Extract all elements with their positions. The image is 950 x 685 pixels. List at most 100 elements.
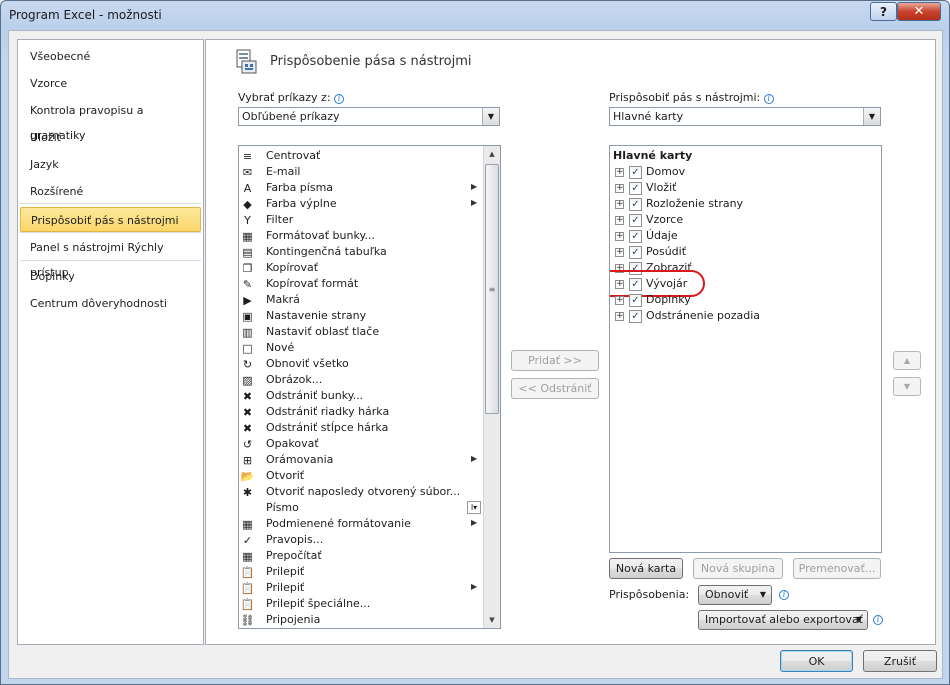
ribbon-tab-item[interactable]: + ✓ Doplnky	[610, 292, 880, 308]
ribbon-tab-item[interactable]: + ✓ Vzorce	[610, 212, 880, 228]
ribbon-tab-label: Domov	[646, 165, 686, 178]
move-down-button[interactable]: ▼	[893, 377, 921, 396]
nav-item[interactable]: Panel s nástrojmi Rýchly prístup	[20, 235, 201, 279]
nav-item[interactable]: Prispôsobiť pás s nástrojmi	[20, 207, 201, 232]
command-list-item[interactable]: ⊞ Orámovania ▶	[239, 452, 487, 468]
nav-item[interactable]: Doplnky	[20, 264, 201, 289]
ribbon-tabs-tree[interactable]: Hlavné karty + ✓ Domov + ✓ Vložiť + ✓ Rozloženie…	[609, 145, 882, 553]
command-list-item[interactable]: 📋 Prilepiť špeciálne...	[239, 596, 487, 612]
tree-root-label: Hlavné karty	[613, 149, 693, 162]
command-list-item[interactable]: 📂 Otvoriť	[239, 468, 487, 484]
nav-item[interactable]: Všeobecné	[20, 44, 201, 69]
ribbon-tab-item[interactable]: + ✓ Posúdiť	[610, 244, 880, 260]
command-list-item[interactable]: ≡ Centrovať	[239, 148, 487, 164]
command-label: Otvoriť naposledy otvorený súbor...	[266, 485, 461, 498]
command-list-item[interactable]: ✎ Kopírovať formát	[239, 276, 487, 292]
command-list-item[interactable]: ▣ Nastavenie strany	[239, 308, 487, 324]
expand-icon[interactable]: +	[615, 184, 624, 193]
command-list-item[interactable]: A Farba písma ▶	[239, 180, 487, 196]
ribbon-tab-item[interactable]: + ✓ Vložiť	[610, 180, 880, 196]
choose-commands-dropdown[interactable]: Obľúbené príkazy ▼	[238, 107, 500, 126]
expand-icon[interactable]: +	[615, 200, 624, 209]
new-document-icon: □	[242, 341, 253, 355]
expand-icon[interactable]: +	[615, 312, 624, 321]
expand-icon[interactable]: +	[615, 232, 624, 241]
command-list-item[interactable]: ↻ Obnoviť všetko	[239, 356, 487, 372]
nav-item[interactable]: Uložiť	[20, 125, 201, 150]
cancel-button[interactable]: Zrušiť	[863, 650, 937, 672]
nav-item[interactable]: Rozšírené	[20, 179, 201, 204]
tab-checkbox[interactable]: ✓	[629, 214, 642, 227]
command-label: Formátovať bunky...	[266, 229, 375, 242]
ok-button[interactable]: OK	[780, 650, 853, 672]
command-label: Nové	[266, 341, 295, 354]
expand-icon[interactable]: +	[615, 216, 624, 225]
nav-item[interactable]: Vzorce	[20, 71, 201, 96]
command-list-item[interactable]: ✖ Odstrániť bunky...	[239, 388, 487, 404]
tab-checkbox[interactable]: ✓	[629, 166, 642, 179]
tab-checkbox[interactable]: ✓	[629, 230, 642, 243]
command-list-item[interactable]: Písmo I▾	[239, 500, 487, 516]
command-label: Prilepiť špeciálne...	[266, 597, 371, 610]
new-tab-button[interactable]: Nová karta	[609, 558, 683, 579]
command-list-item[interactable]: ✉ E-mail	[239, 164, 487, 180]
chevron-down-icon[interactable]: ▼	[863, 108, 880, 125]
tab-checkbox[interactable]: ✓	[629, 310, 642, 323]
close-button[interactable]: ✕	[897, 2, 941, 21]
expand-icon[interactable]: +	[615, 248, 624, 257]
move-up-button[interactable]: ▲	[893, 351, 921, 370]
command-list-item[interactable]: ✱ Otvoriť naposledy otvorený súbor...	[239, 484, 487, 500]
import-export-dropdown[interactable]: Importovať alebo exportovať ▼	[698, 610, 868, 630]
command-list-item[interactable]: ✖ Odstrániť riadky hárka	[239, 404, 487, 420]
command-list-item[interactable]: ◆ Farba výplne ▶	[239, 196, 487, 212]
ribbon-tab-item[interactable]: + ✓ Údaje	[610, 228, 880, 244]
ribbon-tab-item[interactable]: + ✓ Vývojár	[610, 270, 880, 297]
command-list-item[interactable]: ↺ Opakovať	[239, 436, 487, 452]
reset-dropdown[interactable]: Obnoviť ▼	[698, 585, 772, 605]
command-list-item[interactable]: ▤ Kontingenčná tabuľka	[239, 244, 487, 260]
tab-checkbox[interactable]: ✓	[629, 294, 642, 307]
remove-button[interactable]: << Odstrániť	[511, 378, 599, 399]
title-bar: Program Excel - možnosti ? ✕	[1, 1, 949, 29]
command-list-item[interactable]: ▦ Formátovať bunky...	[239, 228, 487, 244]
expand-icon[interactable]: +	[615, 168, 624, 177]
ribbon-tab-item[interactable]: + ✓ Odstránenie pozadia	[610, 308, 880, 324]
ribbon-tab-item[interactable]: + ✓ Rozloženie strany	[610, 196, 880, 212]
scroll-thumb[interactable]: ≡	[485, 164, 499, 414]
command-label: Odstrániť bunky...	[266, 389, 364, 402]
help-button[interactable]: ?	[870, 2, 897, 21]
reset-label: Obnoviť	[705, 588, 749, 601]
format-cells-icon: ▦	[242, 229, 253, 243]
command-list-item[interactable]: ▨ Obrázok...	[239, 372, 487, 388]
tab-checkbox[interactable]: ✓	[629, 246, 642, 259]
command-list-item[interactable]: ▦ Podmienené formátovanie ▶	[239, 516, 487, 532]
nav-item[interactable]: Kontrola pravopisu a gramatiky	[20, 98, 201, 142]
add-button[interactable]: Pridať >>	[511, 350, 599, 371]
nav-item[interactable]: Jazyk	[20, 152, 201, 177]
commands-list[interactable]: ▲ ≡ ▼ ≡ Centrovať ✉ E-mail A Farba písma ▶ ◆ Far…	[238, 145, 501, 629]
ribbon-tab-item[interactable]: + ✓ Domov	[610, 164, 880, 180]
command-list-item[interactable]: ▥ Nastaviť oblasť tlače	[239, 324, 487, 340]
tab-checkbox[interactable]: ✓	[629, 182, 642, 195]
triangle-up-icon: ▲	[903, 356, 911, 365]
command-list-item[interactable]: □ Nové	[239, 340, 487, 356]
rename-button[interactable]: Premenovať...	[793, 558, 881, 579]
ribbon-tab-label: Posúdiť	[646, 245, 687, 258]
chevron-down-icon[interactable]: ▼	[482, 108, 499, 125]
command-list-item[interactable]: ▶ Makrá	[239, 292, 487, 308]
nav-item[interactable]: Centrum dôveryhodnosti	[20, 291, 201, 316]
command-list-item[interactable]: Y Filter	[239, 212, 487, 228]
command-list-item[interactable]: ⛓ Pripojenia	[239, 612, 487, 628]
command-list-item[interactable]: 📋 Prilepiť ▶	[239, 580, 487, 596]
page-setup-icon: ▣	[242, 309, 253, 323]
tab-checkbox[interactable]: ✓	[629, 198, 642, 211]
command-list-item[interactable]: ❐ Kopírovať	[239, 260, 487, 276]
command-list-item[interactable]: ✓ Pravopis...	[239, 532, 487, 548]
new-group-button[interactable]: Nová skupina	[693, 558, 783, 579]
command-list-item[interactable]: 📋 Prilepiť	[239, 564, 487, 580]
ribbon-tab-label: Údaje	[646, 229, 678, 242]
expand-icon[interactable]: +	[615, 296, 624, 305]
command-list-item[interactable]: ✖ Odstrániť stĺpce hárka	[239, 420, 487, 436]
customize-ribbon-dropdown[interactable]: Hlavné karty ▼	[609, 107, 881, 126]
command-list-item[interactable]: ▦ Prepočítať	[239, 548, 487, 564]
